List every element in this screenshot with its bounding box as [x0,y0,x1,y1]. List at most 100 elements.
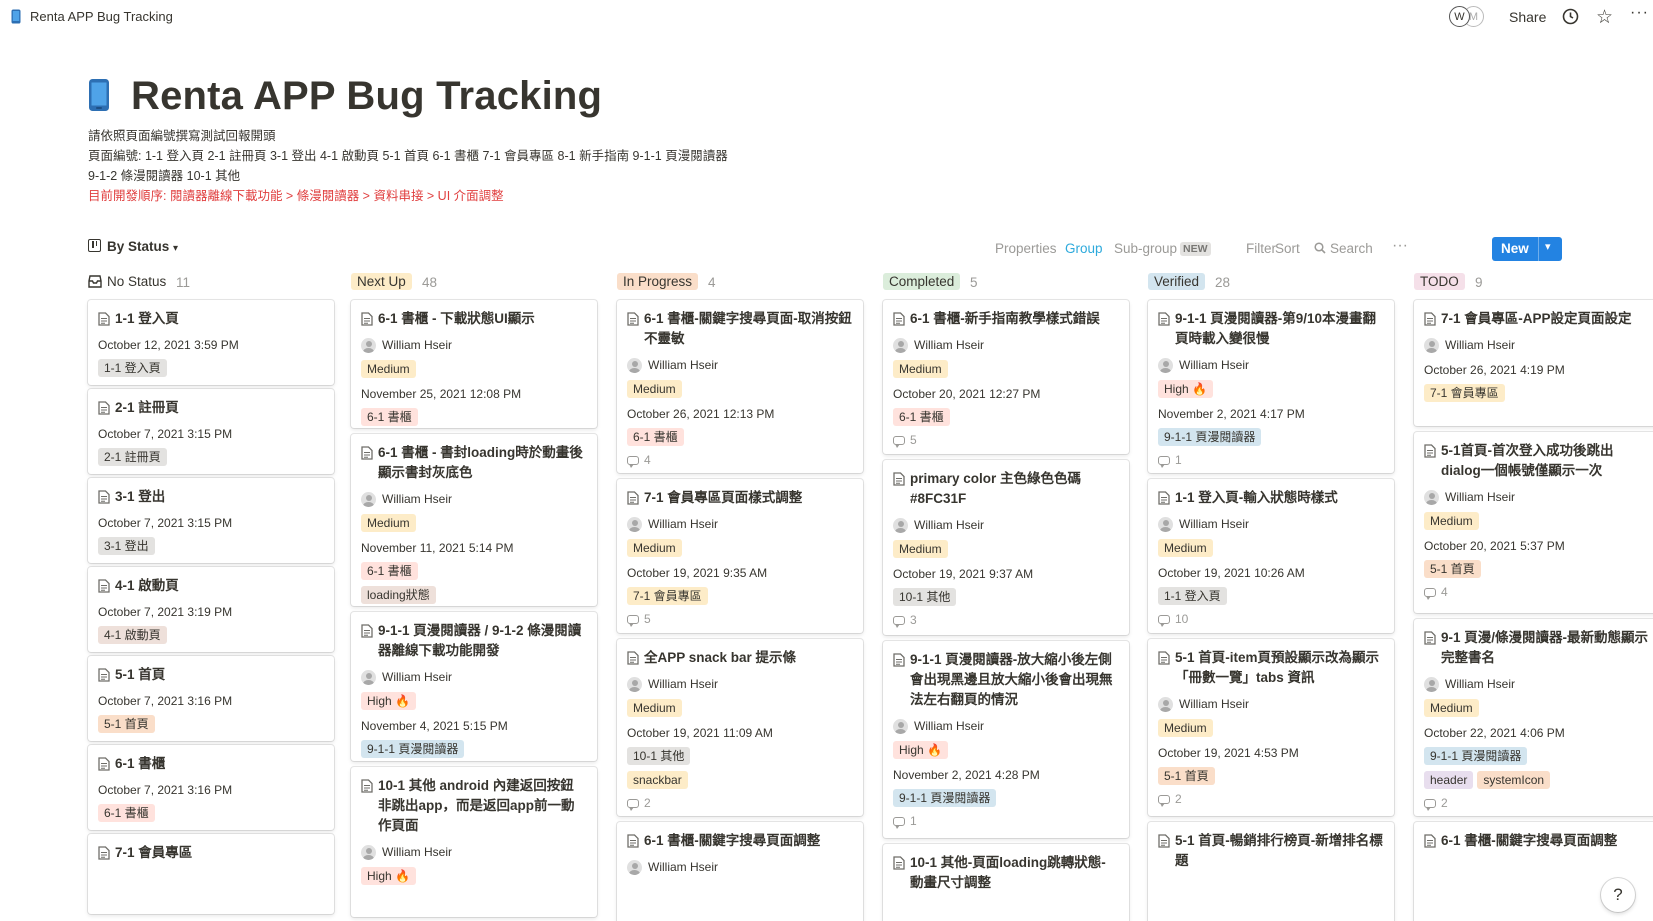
card-title[interactable]: 3-1 登出 [98,487,324,507]
share-button[interactable]: Share [1509,9,1546,25]
board-card[interactable]: 10-1 其他 android 內建返回按鈕非跳出app，而是返回app前一動作… [351,767,597,917]
card-title[interactable]: 6-1 書櫃 - 下載狀態UI顯示 [361,309,587,329]
page-description-line[interactable]: 9-1-2 條漫閱讀器 10-1 其他 [88,165,240,184]
page-description-line[interactable]: 頁面編號: 1-1 登入頁 2-1 註冊頁 3-1 登出 4-1 啟動頁 5-1… [88,145,728,164]
board-card[interactable]: primary color 主色綠色色碼 #8FC31F William Hsei… [883,460,1129,635]
card-title[interactable]: 7-1 會員專區頁面樣式調整 [627,488,853,508]
properties-button[interactable]: Properties [995,241,1057,256]
card-date: November 4, 2021 5:15 PM [361,719,508,733]
column-name[interactable]: In Progress [617,273,699,290]
card-title[interactable]: 1-1 登入頁 [98,309,324,329]
column-header[interactable]: Next Up 48 [351,270,609,298]
board-card[interactable]: 6-1 書櫃 - 下載狀態UI顯示 William Hseir Medium Nove… [351,300,597,428]
board-card[interactable]: 5-1 首頁 October 7, 2021 3:16 PM 5-1 首頁 [88,656,334,741]
board-card[interactable]: 1-1 登入頁-輸入狀態時樣式 William Hseir Medium Octobe… [1148,479,1394,633]
breadcrumb-page-title[interactable]: Renta APP Bug Tracking [30,9,173,24]
page-title[interactable]: Renta APP Bug Tracking [131,74,602,119]
board-card[interactable]: 2-1 註冊頁 October 7, 2021 3:15 PM 2-1 註冊頁 [88,389,334,474]
board-card[interactable]: 9-1-1 頁漫閱讀器 / 9-1-2 條漫閱讀器離線下載功能開發 William… [351,612,597,761]
filter-button[interactable]: Filter [1246,241,1276,256]
board-card[interactable]: 7-1 會員專區-APP設定頁面設定 William Hseir October 2… [1414,300,1653,426]
avatar[interactable]: W [1449,6,1470,27]
card-title[interactable]: 6-1 書櫃 - 書封loading時於動畫後顯示書封灰底色 [361,443,587,483]
card-title[interactable]: 6-1 書櫃-關鍵字搜尋頁面調整 [1424,831,1650,851]
board-card[interactable]: 6-1 書櫃-關鍵字搜尋頁面調整 William Hseir [617,822,863,921]
card-title[interactable]: 5-1 首頁-item頁預設顯示改為顯示「冊數一覽」tabs 資訊 [1158,648,1384,688]
card-title[interactable]: 6-1 書櫃-關鍵字搜尋頁面調整 [627,831,853,851]
help-button[interactable]: ? [1601,878,1635,912]
assignee-name: William Hseir [1179,517,1249,531]
card-title[interactable]: 10-1 其他 android 內建返回按鈕非跳出app，而是返回app前一動作… [361,776,587,836]
history-clock-icon[interactable] [1562,8,1579,30]
page-tag: 10-1 其他 [893,588,957,606]
board-card[interactable]: 9-1-1 頁漫閱讀器-放大縮小後左側會出現黑邊且放大縮小後會出現無法左右翻頁的… [883,641,1129,838]
page-phone-icon[interactable] [88,78,110,117]
database-view-bar: By Status ▾ Properties Group Sub-group NE… [88,237,1568,261]
column-header[interactable]: TODO 9 [1414,270,1653,298]
card-title[interactable]: 4-1 啟動頁 [98,576,324,596]
card-title[interactable]: 5-1首頁-首次登入成功後跳出dialog一個帳號僅顯示一次 [1424,441,1650,481]
board-card[interactable]: 5-1首頁-首次登入成功後跳出dialog一個帳號僅顯示一次 William Hs… [1414,432,1653,613]
card-title[interactable]: 9-1 頁漫/條漫閱讀器-最新動態顯示完整書名 [1424,628,1650,668]
card-title[interactable]: 全APP snack bar 提示條 [627,648,853,668]
card-date: October 7, 2021 3:16 PM [98,783,233,797]
view-selector[interactable]: By Status ▾ [88,239,178,254]
card-date: November 11, 2021 5:14 PM [361,541,514,555]
board-card[interactable]: 6-1 書櫃 October 7, 2021 3:16 PM 6-1 書櫃 [88,745,334,830]
more-options-icon[interactable]: ··· [1630,4,1649,22]
chevron-down-icon[interactable]: ▾ [1545,240,1551,253]
card-title[interactable]: 6-1 書櫃 [98,754,324,774]
favorite-star-icon[interactable]: ☆ [1596,6,1613,29]
column-name[interactable]: No Status [88,273,166,290]
page-description-line[interactable]: 請依照頁面編號撰寫測試回報開頭 [88,125,276,144]
development-order-line[interactable]: 目前開發順序: 閱讀器離線下載功能 > 條漫閱讀器 > 資料串接 > UI 介面… [88,185,504,204]
board-card[interactable]: 7-1 會員專區頁面樣式調整 William Hseir Medium October… [617,479,863,633]
document-icon [893,312,905,326]
board-card[interactable]: 4-1 啟動頁 October 7, 2021 3:19 PM 4-1 啟動頁 [88,567,334,652]
column-name[interactable]: Next Up [351,273,412,290]
card-title[interactable]: 6-1 書櫃-關鍵字搜尋頁面-取消按鈕不靈敏 [627,309,853,349]
card-title[interactable]: 7-1 會員專區-APP設定頁面設定 [1424,309,1650,329]
card-title[interactable]: 10-1 其他-頁面loading跳轉狀態-動畫尺寸調整 [893,853,1119,893]
board-card[interactable]: 6-1 書櫃-新手指南教學樣式錯誤 William Hseir Medium Octo… [883,300,1129,454]
comment-icon [627,798,639,811]
board-card[interactable]: 5-1 首頁-item頁預設顯示改為顯示「冊數一覽」tabs 資訊 William… [1148,639,1394,816]
board-card[interactable]: 7-1 會員專區 [88,834,334,914]
subgroup-button[interactable]: Sub-group NEW [1114,241,1211,256]
card-title[interactable]: 5-1 首頁 [98,665,324,685]
card-title[interactable]: 6-1 書櫃-新手指南教學樣式錯誤 [893,309,1119,329]
new-button[interactable]: New ▾ [1492,237,1562,261]
card-title-text: 7-1 會員專區-APP設定頁面設定 [1441,311,1632,326]
column-name[interactable]: Verified [1148,273,1206,290]
board-card[interactable]: 9-1-1 頁漫閱讀器-第9/10本漫畫翻頁時載入變很慢 William Hsei… [1148,300,1394,473]
card-title[interactable]: 2-1 註冊頁 [98,398,324,418]
column-header[interactable]: Verified 28 [1148,270,1406,298]
sort-button[interactable]: Sort [1275,241,1300,256]
card-title[interactable]: primary color 主色綠色色碼 #8FC31F [893,469,1119,509]
card-title[interactable]: 5-1 首頁-暢銷排行榜頁-新增排名標題 [1158,831,1384,871]
document-icon [627,834,639,848]
board-card[interactable]: 6-1 書櫃-關鍵字搜尋頁面-取消按鈕不靈敏 William Hseir Mediu… [617,300,863,473]
priority-row: Medium [361,360,587,378]
card-title[interactable]: 9-1-1 頁漫閱讀器-放大縮小後左側會出現黑邊且放大縮小後會出現無法左右翻頁的… [893,650,1119,710]
column-header[interactable]: Completed 5 [883,270,1141,298]
board-card[interactable]: 9-1 頁漫/條漫閱讀器-最新動態顯示完整書名 William Hseir Medi… [1414,619,1653,816]
column-header[interactable]: In Progress 4 [617,270,875,298]
column-name[interactable]: Completed [883,273,961,290]
board-card[interactable]: 1-1 登入頁 October 12, 2021 3:59 PM 1-1 登入頁 [88,300,334,385]
card-title[interactable]: 1-1 登入頁-輸入狀態時樣式 [1158,488,1384,508]
board-card[interactable]: 10-1 其他-頁面loading跳轉狀態-動畫尺寸調整 [883,844,1129,921]
column-name[interactable]: TODO [1414,273,1465,290]
card-title[interactable]: 7-1 會員專區 [98,843,324,863]
view-more-button[interactable]: ··· [1392,237,1408,255]
card-title[interactable]: 9-1-1 頁漫閱讀器-第9/10本漫畫翻頁時載入變很慢 [1158,309,1384,349]
card-title[interactable]: 9-1-1 頁漫閱讀器 / 9-1-2 條漫閱讀器離線下載功能開發 [361,621,587,661]
board-card[interactable]: 6-1 書櫃 - 書封loading時於動畫後顯示書封灰底色 William Hs… [351,434,597,606]
column-header[interactable]: No Status 11 [88,270,346,298]
group-button[interactable]: Group [1065,241,1103,256]
board-card[interactable]: 5-1 首頁-暢銷排行榜頁-新增排名標題 [1148,822,1394,921]
collaborator-avatars[interactable]: W M [1449,6,1493,28]
search-button[interactable]: Search [1314,241,1373,256]
board-card[interactable]: 3-1 登出 October 7, 2021 3:15 PM 3-1 登出 [88,478,334,563]
board-card[interactable]: 全APP snack bar 提示條 William Hseir Medium Oct… [617,639,863,816]
